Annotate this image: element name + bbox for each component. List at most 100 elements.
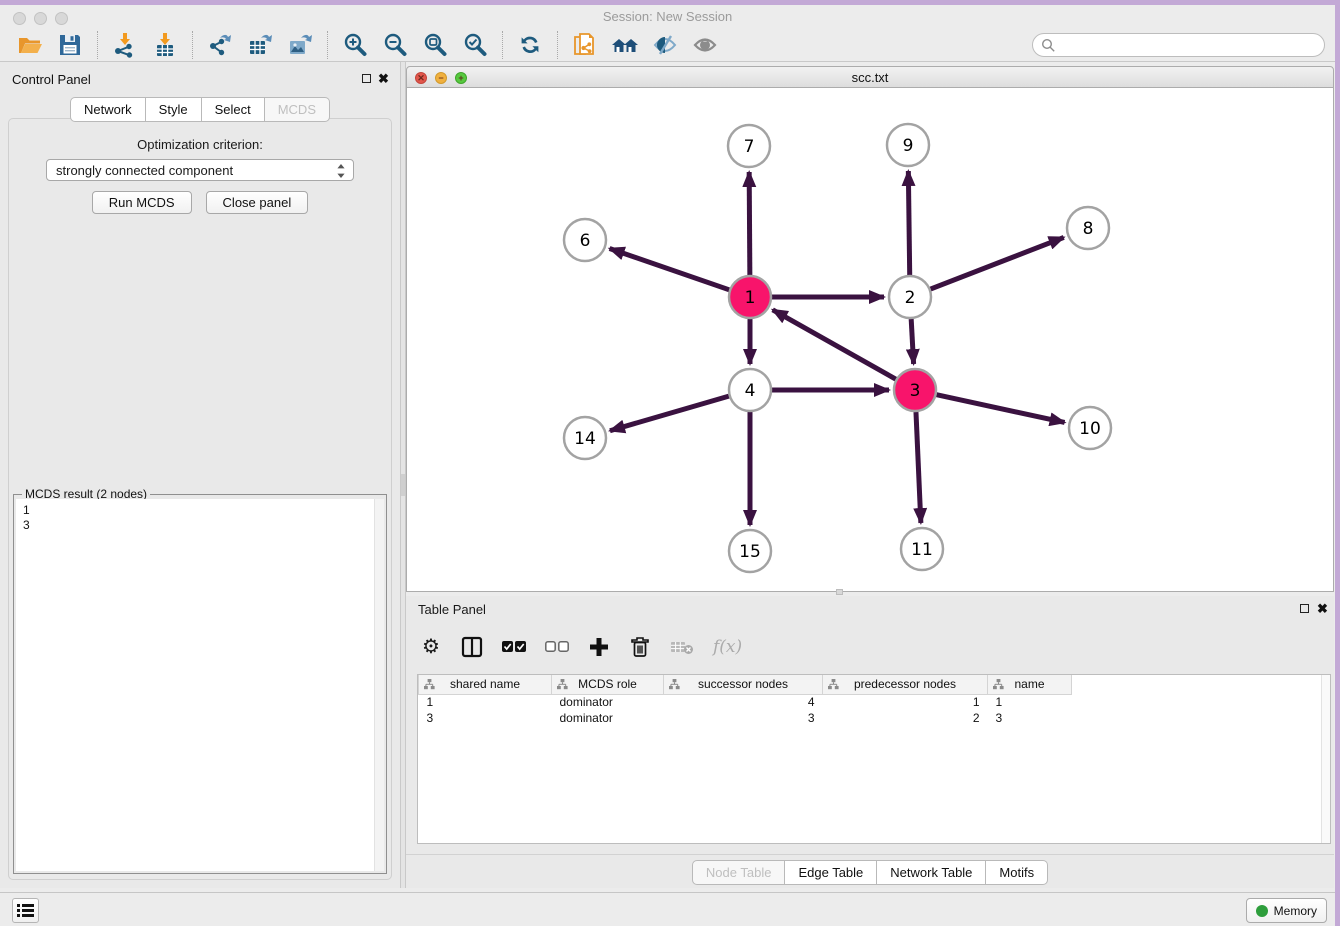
edge-2-8[interactable]: [931, 237, 1064, 289]
column-header-predecessor-nodes[interactable]: predecessor nodes: [823, 675, 988, 694]
mcds-result-box: MCDS result (2 nodes) 13: [13, 494, 387, 874]
node-11[interactable]: 11: [901, 528, 943, 570]
table-panel-title: Table Panel: [418, 602, 486, 617]
toolbar-separator: [192, 31, 193, 59]
hide-graphics-details-icon[interactable]: [650, 31, 680, 59]
edge-1-6[interactable]: [610, 248, 730, 289]
divider-grip[interactable]: [401, 474, 405, 496]
edge-3-10[interactable]: [936, 395, 1064, 423]
node-14[interactable]: 14: [564, 417, 606, 459]
delete-column-icon[interactable]: [629, 634, 651, 660]
tab-select[interactable]: Select: [202, 97, 265, 122]
show-graphics-details-icon[interactable]: [690, 31, 720, 59]
export-image-icon[interactable]: [285, 31, 315, 59]
import-table-icon[interactable]: [150, 31, 180, 59]
float-panel-icon[interactable]: [362, 74, 371, 83]
tab-style[interactable]: Style: [146, 97, 202, 122]
node-8[interactable]: 8: [1067, 207, 1109, 249]
node-label-2: 2: [905, 288, 916, 308]
main-toolbar: [0, 28, 1335, 62]
cell-predecessor-nodes[interactable]: 2: [823, 710, 988, 726]
cell-shared-name[interactable]: 1: [419, 694, 552, 710]
run-mcds-button[interactable]: Run MCDS: [92, 191, 192, 214]
network-canvas[interactable]: 7 9 6 8 1 2 4 3 14 10 15 11: [406, 88, 1334, 592]
column-header-MCDS-role[interactable]: MCDS role: [552, 675, 664, 694]
network-window-titlebar[interactable]: ✕ − + scc.txt: [406, 66, 1334, 88]
toolbar-separator: [557, 31, 558, 59]
optimization-criterion-select[interactable]: strongly connected component: [46, 159, 354, 181]
node-6[interactable]: 6: [564, 219, 606, 261]
cell-predecessor-nodes[interactable]: 1: [823, 694, 988, 710]
edge-4-14[interactable]: [610, 396, 729, 431]
export-table-icon[interactable]: [245, 31, 275, 59]
table-float-icon[interactable]: [1300, 604, 1309, 613]
close-panel-icon[interactable]: ✖: [378, 71, 389, 87]
edge-1-7[interactable]: [749, 172, 750, 275]
table-panel-divider: [406, 854, 1334, 855]
search-input[interactable]: [1056, 36, 1324, 54]
edge-3-1[interactable]: [773, 310, 896, 379]
memory-label: Memory: [1274, 904, 1317, 918]
table-scrollbar[interactable]: [1321, 675, 1330, 843]
tab-edge-table[interactable]: Edge Table: [785, 860, 877, 885]
network-graph[interactable]: 7 9 6 8 1 2 4 3 14 10 15 11: [407, 88, 1333, 590]
table-row[interactable]: 3dominator323: [419, 710, 1072, 726]
memory-button[interactable]: Memory: [1246, 898, 1327, 923]
cell-successor-nodes[interactable]: 3: [664, 710, 823, 726]
node-10[interactable]: 10: [1069, 407, 1111, 449]
save-session-icon[interactable]: [55, 31, 85, 59]
export-network-icon[interactable]: [205, 31, 235, 59]
result-scrollbar[interactable]: [374, 499, 384, 871]
tab-motifs[interactable]: Motifs: [986, 860, 1048, 885]
toolbar-separator: [327, 31, 328, 59]
table-options-gear-icon[interactable]: ⚙: [420, 634, 442, 660]
refresh-view-icon[interactable]: [515, 31, 545, 59]
cell-shared-name[interactable]: 3: [419, 710, 552, 726]
new-network-from-selection-icon[interactable]: [570, 31, 600, 59]
cell-successor-nodes[interactable]: 4: [664, 694, 823, 710]
close-panel-button[interactable]: Close panel: [206, 191, 309, 214]
open-session-icon[interactable]: [15, 31, 45, 59]
edge-2-3[interactable]: [911, 319, 913, 364]
table-close-icon[interactable]: ✖: [1317, 601, 1328, 617]
show-columns-icon[interactable]: [461, 634, 483, 660]
column-header-successor-nodes[interactable]: successor nodes: [664, 675, 823, 694]
zoom-out-icon[interactable]: [380, 31, 410, 59]
network-resize-grip[interactable]: [836, 589, 843, 595]
add-column-icon[interactable]: [588, 634, 610, 660]
node-1[interactable]: 1: [729, 276, 771, 318]
select-all-columns-icon[interactable]: [502, 634, 526, 660]
cell-name[interactable]: 1: [988, 694, 1072, 710]
clear-column-selection-icon[interactable]: [545, 634, 569, 660]
node-4[interactable]: 4: [729, 369, 771, 411]
node-7[interactable]: 7: [728, 125, 770, 167]
search-field[interactable]: [1032, 33, 1325, 57]
cybrowser-home-icon[interactable]: [610, 31, 640, 59]
node-3[interactable]: 3: [894, 369, 936, 411]
cell-MCDS-role[interactable]: dominator: [552, 710, 664, 726]
column-header-shared-name[interactable]: shared name: [419, 675, 552, 694]
cell-name[interactable]: 3: [988, 710, 1072, 726]
column-header-name[interactable]: name: [988, 675, 1072, 694]
node-2[interactable]: 2: [889, 276, 931, 318]
tab-mcds[interactable]: MCDS: [265, 97, 330, 122]
tab-node-table[interactable]: Node Table: [692, 860, 786, 885]
edge-3-11[interactable]: [916, 412, 921, 523]
node-9[interactable]: 9: [887, 124, 929, 166]
mcds-result-list[interactable]: 13: [16, 499, 374, 871]
cell-MCDS-role[interactable]: dominator: [552, 694, 664, 710]
tab-network[interactable]: Network: [70, 97, 146, 122]
node-label-11: 11: [911, 540, 933, 560]
tab-network-table[interactable]: Network Table: [877, 860, 986, 885]
zoom-in-icon[interactable]: [340, 31, 370, 59]
node-label-9: 9: [903, 136, 914, 156]
edge-2-9[interactable]: [908, 171, 909, 275]
table-row[interactable]: 1dominator411: [419, 694, 1072, 710]
import-network-icon[interactable]: [110, 31, 140, 59]
task-history-button[interactable]: [12, 898, 39, 923]
node-15[interactable]: 15: [729, 530, 771, 572]
zoom-selected-icon[interactable]: [460, 31, 490, 59]
zoom-fit-icon[interactable]: [420, 31, 450, 59]
node-table[interactable]: shared nameMCDS rolesuccessor nodesprede…: [417, 674, 1331, 844]
memory-status-dot: [1256, 905, 1268, 917]
